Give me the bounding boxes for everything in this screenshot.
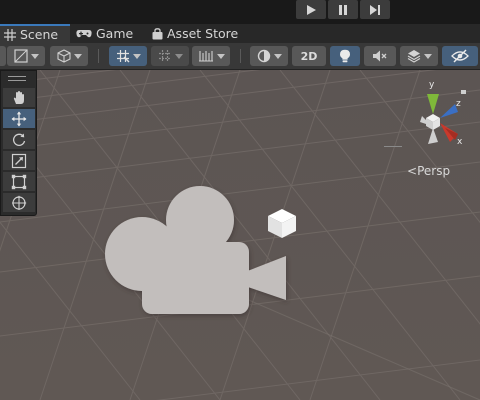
gizmo-y-label: y	[429, 80, 435, 90]
play-button[interactable]	[296, 0, 326, 19]
tab-game[interactable]: Game	[76, 24, 138, 43]
draw-mode-dropdown[interactable]	[7, 46, 45, 66]
toolbar-separator	[98, 49, 99, 63]
tab-asset-store[interactable]: Asset Store	[152, 24, 242, 43]
window-tab-bar: Scene Game Asset Store	[0, 24, 480, 43]
lightbulb-icon	[340, 49, 350, 63]
grid-snapping-dropdown[interactable]	[109, 46, 147, 66]
tab-game-label: Game	[96, 26, 134, 41]
toggle-2d-button[interactable]: 2D	[292, 46, 326, 66]
camera-gizmo-icon[interactable]	[100, 182, 300, 322]
projection-label: Persp	[417, 164, 451, 178]
cube-outline-icon	[56, 49, 71, 63]
toolbar-separator	[240, 49, 241, 63]
gizmo-z-label: z	[456, 99, 461, 109]
scene-toolbar: 2D	[0, 43, 480, 70]
rect-transform-icon	[11, 174, 27, 189]
effects-dropdown[interactable]	[400, 46, 438, 66]
speaker-muted-icon	[373, 50, 387, 62]
projection-toggle[interactable]: <Persp	[407, 164, 450, 178]
grid-icon	[4, 28, 16, 41]
rect-tool[interactable]	[3, 172, 35, 191]
rotate-tool[interactable]	[3, 130, 35, 149]
tools-overlay	[0, 70, 37, 216]
play-icon	[307, 4, 316, 15]
snap-settings-dropdown[interactable]	[192, 46, 230, 66]
gamepad-icon	[76, 30, 92, 38]
layers-effects-icon	[407, 50, 420, 63]
tab-scene[interactable]: Scene	[0, 24, 70, 43]
snap-increment-icon	[198, 51, 213, 62]
sphere-shading-icon	[257, 49, 270, 63]
gizmo-y-axis[interactable]	[427, 94, 439, 114]
scale-icon	[11, 153, 27, 168]
move-tool[interactable]	[3, 109, 35, 128]
hand-tool[interactable]	[3, 88, 35, 107]
pause-button[interactable]	[328, 0, 358, 19]
pause-icon	[339, 4, 347, 15]
shopping-bag-icon	[152, 27, 163, 39]
eye-hidden-icon	[451, 49, 469, 63]
playmode-bar	[0, 0, 480, 24]
shaded-draw-mode-icon	[13, 49, 28, 63]
scene-viewport[interactable]: y z x <Persp	[0, 70, 480, 400]
lighting-toggle-button[interactable]	[330, 46, 360, 66]
transform-icon	[12, 195, 27, 210]
shading-mode-dropdown[interactable]	[250, 46, 288, 66]
transform-tool[interactable]	[3, 193, 35, 212]
snap-grid-icon	[158, 50, 171, 62]
tool-handle-button[interactable]	[0, 46, 6, 66]
orientation-gizmo[interactable]: y z x	[400, 78, 480, 158]
tab-asset-store-label: Asset Store	[167, 26, 239, 41]
cube-object[interactable]	[266, 207, 298, 241]
move-arrows-icon	[11, 111, 27, 126]
gizmo-x-label: x	[457, 137, 463, 147]
overlay-drag-handle[interactable]	[8, 76, 26, 81]
tab-scene-label: Scene	[20, 27, 59, 42]
audio-toggle-button[interactable]	[364, 46, 396, 66]
playmode-controls	[296, 0, 390, 19]
scene-visibility-toggle[interactable]	[442, 46, 478, 66]
step-forward-icon	[370, 4, 380, 15]
step-button[interactable]	[360, 0, 390, 19]
chevron-left-icon: <	[407, 164, 418, 178]
grid-snap-icon	[116, 50, 129, 63]
increment-snap-dropdown[interactable]	[151, 46, 189, 66]
render-mode-dropdown[interactable]	[50, 46, 88, 66]
scale-tool[interactable]	[3, 151, 35, 170]
rotate-icon	[13, 133, 26, 146]
hand-icon	[13, 90, 24, 104]
toggle-2d-label: 2D	[300, 49, 318, 63]
